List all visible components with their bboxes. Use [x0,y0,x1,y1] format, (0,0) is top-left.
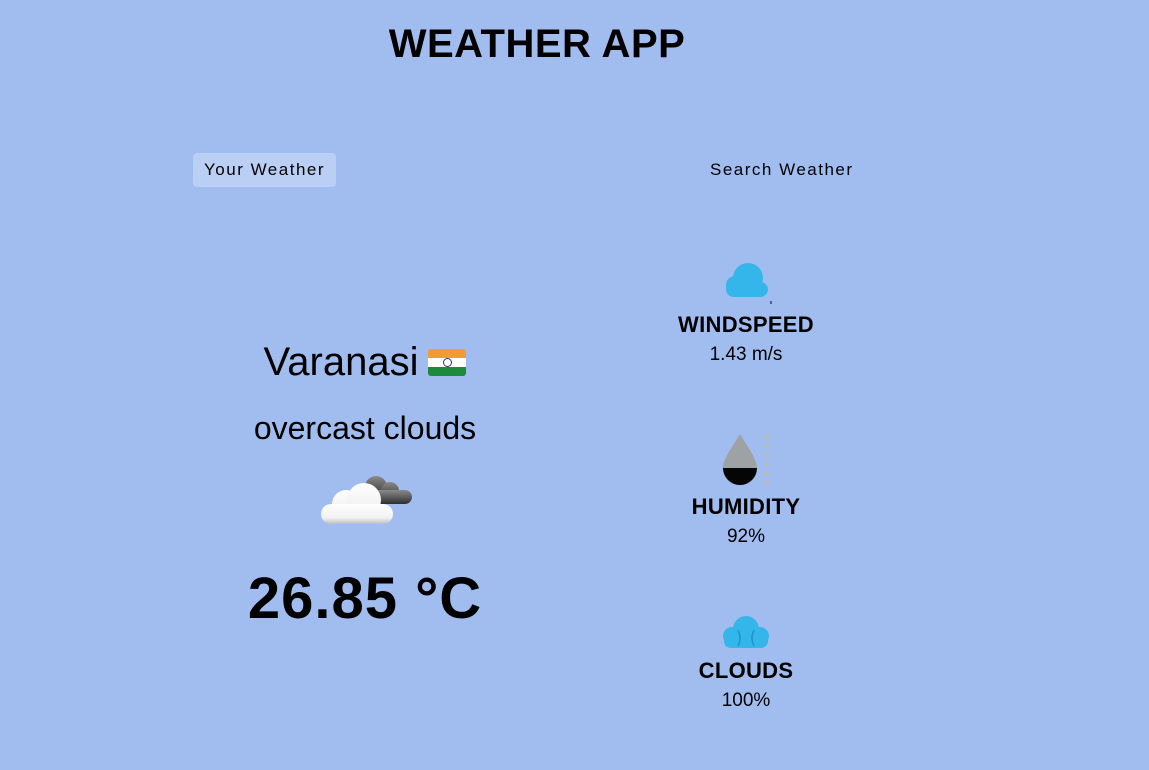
clouds-stat: CLOUDS 100% [646,612,846,712]
cloud-icon [723,616,769,648]
windspeed-label: WINDSPEED [678,312,814,337]
humidity-stat: HUMIDITY 92% [646,432,846,548]
clouds-label: CLOUDS [698,658,794,683]
clouds-value: 100% [721,690,771,711]
tab-your-weather[interactable]: Your Weather [193,153,337,187]
city-name: Varanasi [263,339,419,384]
tab-search-weather[interactable]: Search Weather [699,153,865,187]
wind-cloud-icon [726,263,772,304]
overcast-clouds-icon [321,476,412,524]
windspeed-value: 1.43 m/s [709,344,783,365]
temperature: 26.85 °C [247,566,483,631]
city-row: Varanasi [0,338,730,385]
india-flag-icon [428,348,467,376]
humidity-label: HUMIDITY [691,494,801,519]
weather-description: overcast clouds [253,410,477,446]
windspeed-stat: WINDSPEED 1.43 m/s [646,258,846,366]
app-title: WEATHER APP [388,22,686,66]
humidity-value: 92% [726,526,766,547]
humidity-drop-icon [723,434,769,485]
